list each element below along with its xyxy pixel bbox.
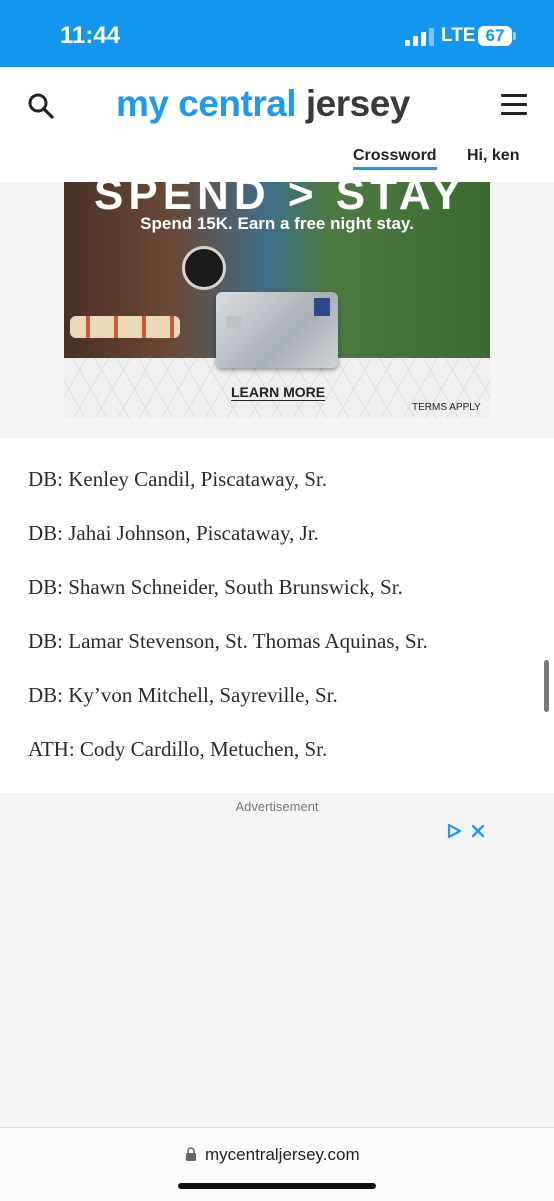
url-text[interactable]: mycentraljersey.com — [205, 1145, 360, 1165]
close-icon[interactable] — [470, 823, 486, 839]
browser-url-bar[interactable]: mycentraljersey.com — [0, 1127, 554, 1201]
card-chip — [226, 316, 242, 328]
sushi-image — [70, 316, 180, 338]
card-logo — [314, 298, 330, 316]
crossword-link[interactable]: Crossword — [353, 147, 437, 170]
article-line: DB: Jahai Johnson, Piscataway, Jr. — [28, 521, 319, 545]
terms-apply-link[interactable]: TERMS APPLY — [412, 402, 481, 413]
user-greeting[interactable]: Hi, ken — [467, 147, 519, 165]
logo-text-secondary: jersey — [305, 83, 411, 124]
status-bar: 11:44 LTE 67 — [0, 0, 554, 67]
article-line: DB: Shawn Schneider, South Brunswick, Sr… — [28, 575, 403, 599]
network-type: LTE — [441, 25, 476, 46]
article-line: DB: Lamar Stevenson, St. Thomas Aquinas,… — [28, 629, 428, 653]
article-line: DB: Ky’von Mitchell, Sayreville, Sr. — [28, 683, 338, 707]
status-time: 11:44 — [60, 22, 121, 49]
lock-icon — [186, 1147, 196, 1161]
top-ad-banner[interactable]: SPEND > STAY Spend 15K. Earn a free nigh… — [64, 182, 490, 418]
adchoices-icon[interactable] — [446, 823, 462, 839]
site-header: my central jersey Crossword Hi, ken — [0, 67, 554, 183]
site-logo[interactable]: my central jersey — [116, 83, 410, 125]
article-body: DB: Kenley Candil, Piscataway, Sr. DB: J… — [0, 440, 554, 792]
coffee-cup-image — [182, 246, 226, 290]
logo-text-primary: my central — [116, 83, 297, 124]
battery-icon: 67 — [478, 26, 512, 46]
advertisement-label: Advertisement — [235, 799, 319, 814]
search-icon[interactable] — [28, 93, 54, 119]
scrollbar[interactable] — [544, 660, 549, 712]
advertisement-block: Advertisement — [0, 793, 554, 1127]
battery-tip — [513, 32, 516, 40]
credit-card-image — [216, 292, 338, 368]
hamburger-menu-icon[interactable] — [501, 94, 527, 116]
article-line: DB: Kenley Candil, Piscataway, Sr. — [28, 467, 328, 491]
learn-more-button[interactable]: LEARN MORE — [231, 384, 326, 401]
home-indicator[interactable] — [178, 1183, 376, 1189]
signal-icon — [405, 28, 434, 46]
ad-subline: Spend 15K. Earn a free night stay. — [140, 214, 414, 233]
article-line: ATH: Cody Cardillo, Metuchen, Sr. — [28, 737, 328, 761]
